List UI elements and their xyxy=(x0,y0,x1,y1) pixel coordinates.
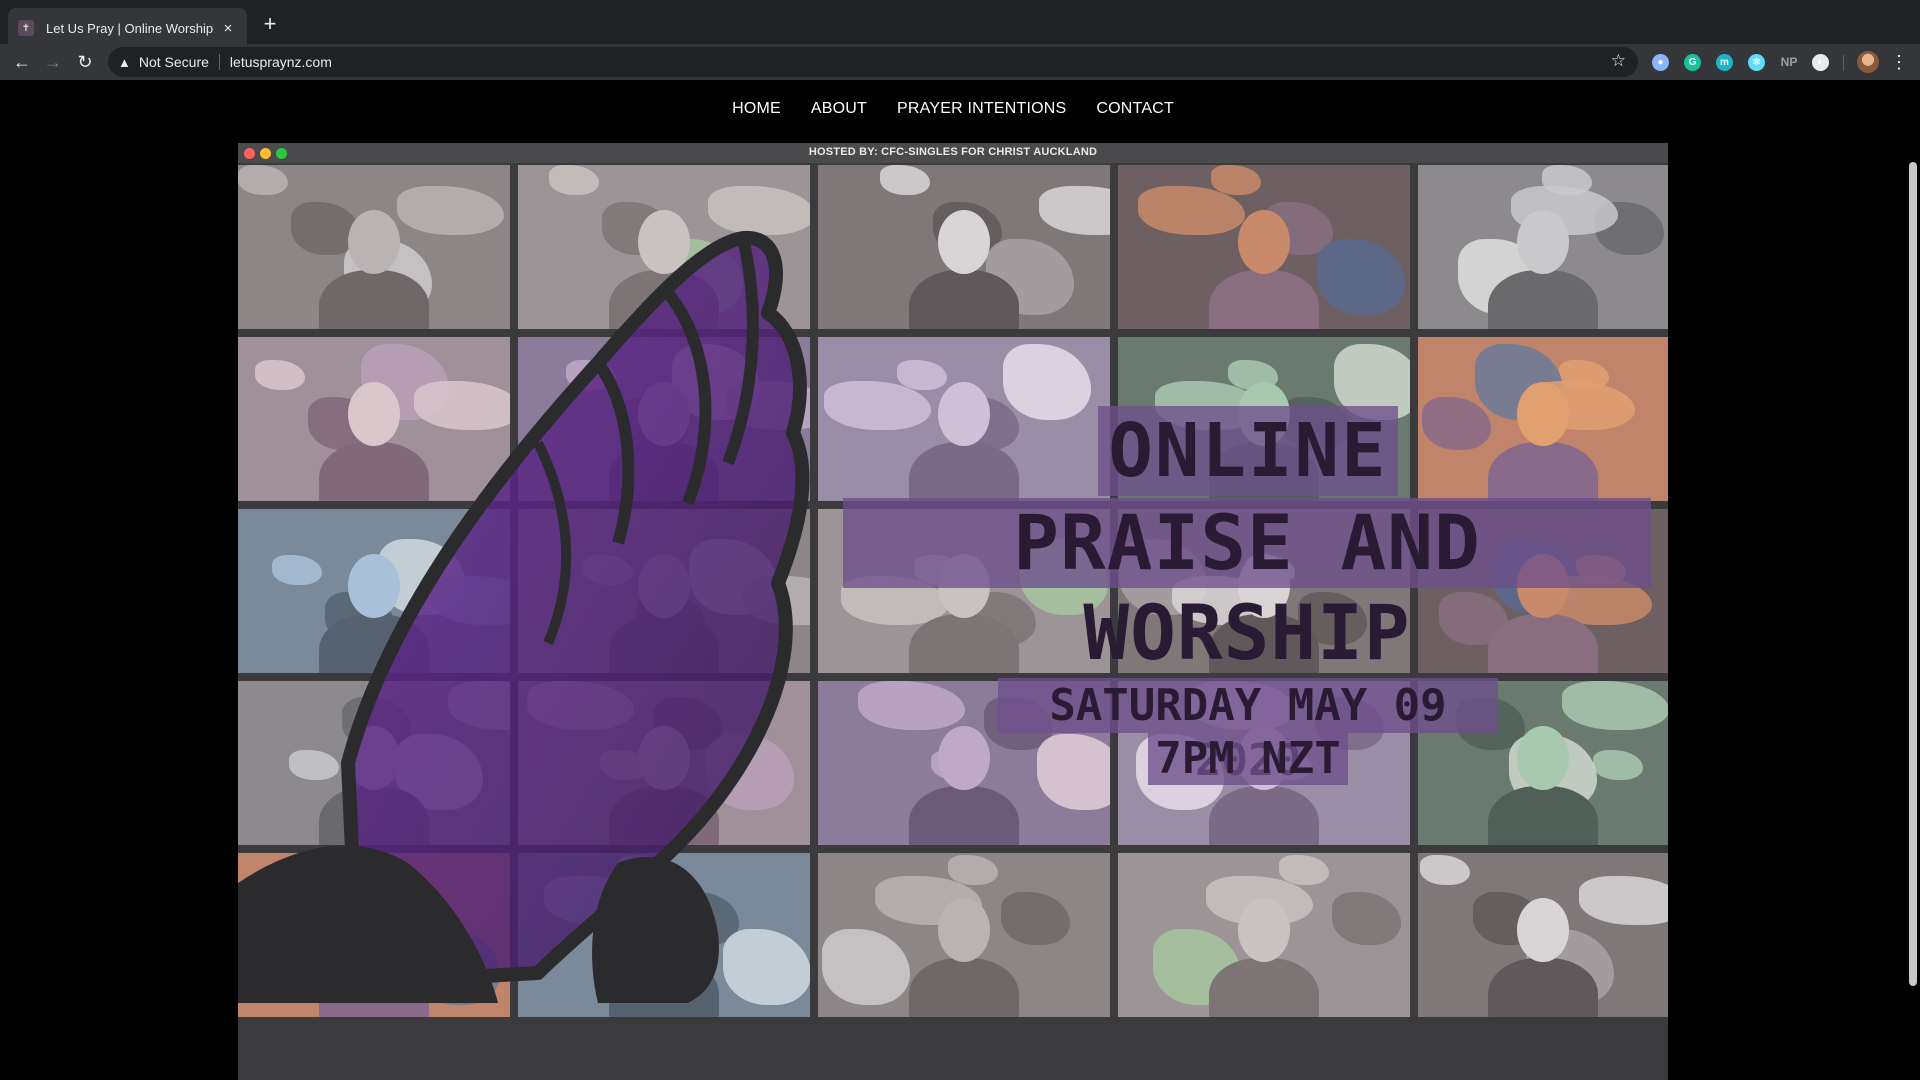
scrollbar-thumb[interactable] xyxy=(1909,162,1917,986)
event-date: SATURDAY MAY 09 2020 xyxy=(998,678,1498,786)
np-extension-icon[interactable]: NP xyxy=(1778,54,1800,71)
participant-video-tile xyxy=(1118,165,1410,329)
participant-video-tile xyxy=(818,853,1110,1017)
background-patch xyxy=(1279,855,1329,885)
grammarly-extension-icon[interactable]: G xyxy=(1684,54,1701,71)
back-button[interactable]: ← xyxy=(10,50,34,74)
background-patch xyxy=(1562,681,1668,730)
participant-video-tile xyxy=(1418,165,1668,329)
address-divider xyxy=(218,54,220,70)
participant-body xyxy=(1488,614,1598,673)
participant-body xyxy=(1488,786,1598,845)
participant-head xyxy=(1517,898,1569,962)
browser-menu-icon[interactable]: ⋮ xyxy=(1890,50,1908,74)
hero-title-line2: PRAISE AND WORSHIP xyxy=(843,498,1651,677)
warning-triangle-icon[interactable]: ▲ xyxy=(118,55,131,70)
participant-head xyxy=(938,726,990,790)
reload-button[interactable]: ↻ xyxy=(73,50,97,74)
participant-body xyxy=(1488,958,1598,1017)
background-patch xyxy=(880,165,930,195)
participant-head xyxy=(1517,210,1569,274)
site-navigation: HOME ABOUT PRAYER INTENTIONS CONTACT xyxy=(0,100,1906,118)
hero-banner-image: HOSTED BY: CFC-SINGLES FOR CHRIST AUCKLA… xyxy=(238,143,1668,1080)
url-text[interactable]: letuspraynz.com xyxy=(230,54,332,70)
nav-home-link[interactable]: HOME xyxy=(732,100,781,118)
participant-head xyxy=(1517,726,1569,790)
participant-video-tile xyxy=(818,337,1110,501)
background-patch xyxy=(1001,892,1070,945)
participant-head xyxy=(1238,210,1290,274)
participant-body xyxy=(1209,958,1319,1017)
participant-video-tile xyxy=(1418,853,1668,1017)
participant-head xyxy=(938,210,990,274)
background-patch xyxy=(1579,876,1668,925)
participant-body xyxy=(1209,270,1319,329)
participant-body xyxy=(909,270,1019,329)
background-patch xyxy=(897,360,947,390)
tab-close-icon[interactable]: × xyxy=(219,20,237,37)
address-bar[interactable]: ▲ Not Secure letuspraynz.com ☆ xyxy=(108,47,1638,77)
hero-bottom-strip xyxy=(238,1020,1668,1080)
browser-tab[interactable]: ✝ Let Us Pray | Online Worship × xyxy=(8,8,247,48)
participant-video-tile xyxy=(1418,337,1668,501)
participant-body xyxy=(909,958,1019,1017)
participant-head xyxy=(938,382,990,446)
site-favicon-icon: ✝ xyxy=(18,20,34,36)
background-patch xyxy=(1422,397,1491,450)
participant-head xyxy=(938,898,990,962)
page-scrollbar[interactable] xyxy=(1906,80,1920,1080)
background-patch xyxy=(1211,165,1261,195)
page-viewport: HOME ABOUT PRAYER INTENTIONS CONTACT HOS… xyxy=(0,80,1920,1080)
nav-contact-link[interactable]: CONTACT xyxy=(1096,100,1174,118)
participant-head xyxy=(1517,382,1569,446)
background-patch xyxy=(948,855,998,885)
m-extension-icon[interactable]: m xyxy=(1716,54,1733,71)
participant-body xyxy=(1488,270,1598,329)
forward-button[interactable]: → xyxy=(41,50,65,74)
contrast-extension-icon[interactable]: ◐ xyxy=(1812,54,1829,71)
profile-avatar[interactable] xyxy=(1857,51,1879,73)
nav-about-link[interactable]: ABOUT xyxy=(811,100,867,118)
browser-tab-strip: ✝ Let Us Pray | Online Worship × + xyxy=(0,0,1920,48)
participant-body xyxy=(1488,442,1598,501)
background-patch xyxy=(1317,239,1405,315)
circle-extension-icon[interactable]: ● xyxy=(1652,54,1669,71)
participant-body xyxy=(909,442,1019,501)
new-tab-button[interactable]: + xyxy=(258,12,282,36)
praying-hands-illustration xyxy=(238,230,810,1003)
background-patch xyxy=(858,681,965,730)
bookmark-star-icon[interactable]: ☆ xyxy=(1611,51,1626,71)
background-patch xyxy=(1332,892,1401,945)
background-patch xyxy=(1037,734,1110,810)
participant-body xyxy=(909,614,1019,673)
event-time: 7PM NZT xyxy=(1148,733,1348,785)
toolbar-divider xyxy=(1843,55,1844,71)
browser-toolbar: ← → ↻ ▲ Not Secure letuspraynz.com ☆ ● Gm… xyxy=(0,44,1920,80)
security-status[interactable]: Not Secure xyxy=(139,54,209,70)
background-patch xyxy=(1593,750,1643,780)
background-patch xyxy=(1420,855,1470,885)
nav-prayer-intentions-link[interactable]: PRAYER INTENTIONS xyxy=(897,100,1066,118)
hero-title-line1: ONLINE xyxy=(1098,406,1398,496)
participant-video-tile xyxy=(818,165,1110,329)
participant-video-tile xyxy=(1118,853,1410,1017)
participant-body xyxy=(1209,786,1319,845)
background-patch xyxy=(1003,344,1091,420)
participant-body xyxy=(909,786,1019,845)
tab-title: Let Us Pray | Online Worship xyxy=(46,20,214,36)
react-extension-icon[interactable]: ⚛ xyxy=(1748,54,1765,71)
participant-head xyxy=(1238,898,1290,962)
background-patch xyxy=(1039,186,1110,235)
